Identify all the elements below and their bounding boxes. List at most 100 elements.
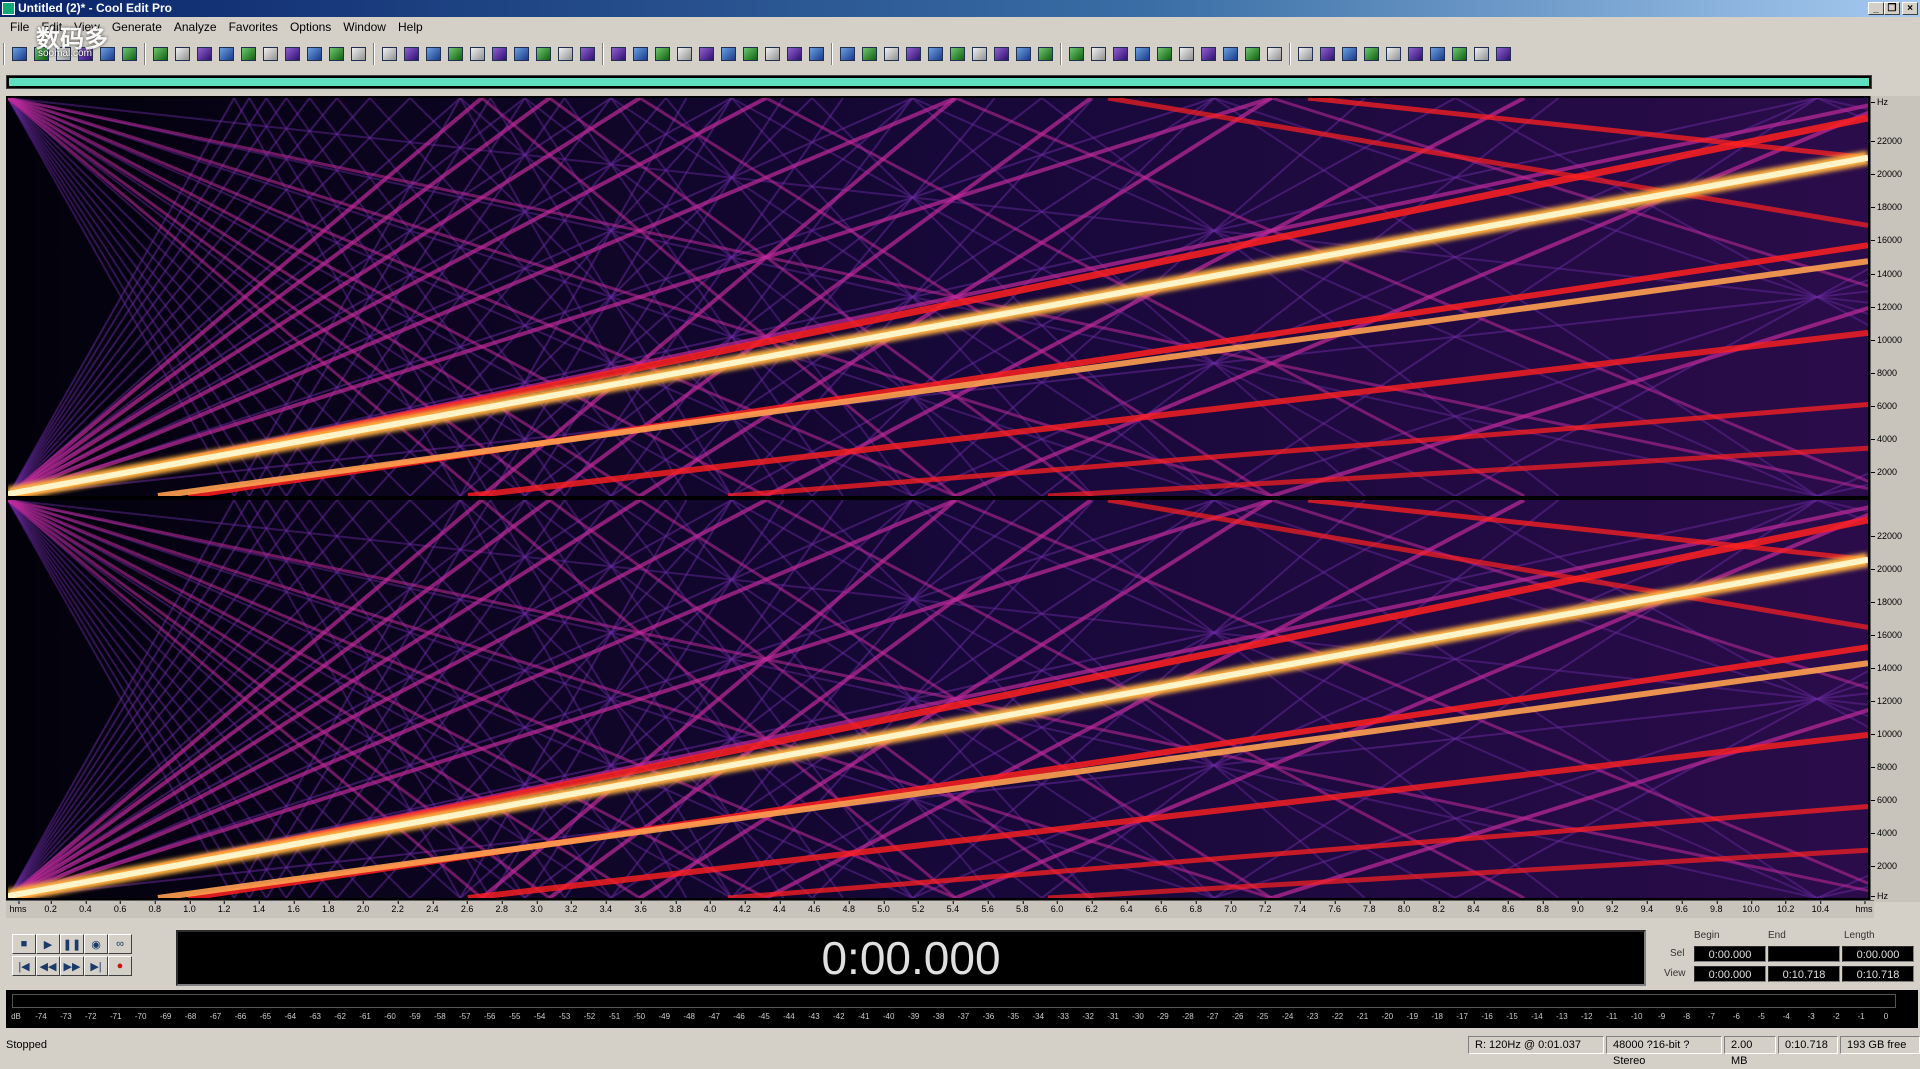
noise-reduction-button[interactable] bbox=[1198, 43, 1219, 65]
play-list-button[interactable] bbox=[947, 43, 968, 65]
redo-button[interactable] bbox=[172, 43, 193, 65]
zoom-full-button[interactable] bbox=[740, 43, 761, 65]
menu-favorites[interactable]: Favorites bbox=[223, 17, 284, 37]
zoom-out-button[interactable] bbox=[806, 43, 827, 65]
view-length-field[interactable]: 0:10.718 bbox=[1842, 966, 1914, 982]
db-tick: -57 bbox=[459, 1012, 471, 1021]
time-tick: 9.0 bbox=[1571, 901, 1584, 914]
waveform-view-button[interactable] bbox=[511, 43, 532, 65]
play-list-button[interactable] bbox=[1035, 43, 1056, 65]
delay-button[interactable] bbox=[1405, 43, 1426, 65]
cue-list-button[interactable] bbox=[1013, 43, 1034, 65]
channel-left[interactable] bbox=[8, 98, 1868, 496]
waveform-view-button[interactable] bbox=[467, 43, 488, 65]
menu-file[interactable]: File bbox=[4, 17, 35, 37]
menu-options[interactable]: Options bbox=[284, 17, 337, 37]
view-end-field[interactable]: 0:10.718 bbox=[1768, 966, 1840, 982]
time-tick: 10.2 bbox=[1776, 901, 1795, 914]
cue-list-button[interactable] bbox=[837, 43, 858, 65]
go-to-start-button[interactable]: |◀ bbox=[12, 956, 36, 976]
delay-button[interactable] bbox=[1295, 43, 1316, 65]
zoom-full-button[interactable] bbox=[652, 43, 673, 65]
view-begin-field[interactable]: 0:00.000 bbox=[1694, 966, 1766, 982]
app-icon[interactable] bbox=[2, 2, 15, 15]
play-list-button[interactable] bbox=[903, 43, 924, 65]
cue-list-button[interactable] bbox=[969, 43, 990, 65]
open-button[interactable] bbox=[9, 43, 30, 65]
menu-analyze[interactable]: Analyze bbox=[168, 17, 223, 37]
play-to-end-button[interactable]: ◉ bbox=[84, 934, 108, 954]
restore-button[interactable]: ❐ bbox=[1884, 2, 1900, 15]
help-button[interactable] bbox=[762, 43, 783, 65]
cue-list-button[interactable] bbox=[881, 43, 902, 65]
sel-begin-field[interactable]: 0:00.000 bbox=[1694, 946, 1766, 962]
time-tick: 9.6 bbox=[1675, 901, 1688, 914]
fast-forward-button[interactable]: ▶▶ bbox=[60, 956, 84, 976]
eq-button[interactable] bbox=[1449, 43, 1470, 65]
channel-right[interactable] bbox=[8, 500, 1868, 898]
pause-button[interactable]: ❚❚ bbox=[60, 934, 84, 954]
overview-bar[interactable] bbox=[6, 75, 1872, 89]
filter-button[interactable] bbox=[1176, 43, 1197, 65]
time-tick: 5.4 bbox=[946, 901, 960, 914]
time-tick: 0.2 bbox=[44, 901, 57, 914]
waveform-view-button[interactable] bbox=[423, 43, 444, 65]
copy-button[interactable] bbox=[348, 43, 369, 65]
zoom-in-button[interactable] bbox=[608, 43, 629, 65]
undo-button[interactable] bbox=[282, 43, 303, 65]
effects-button[interactable] bbox=[1242, 43, 1263, 65]
play-list-button[interactable] bbox=[859, 43, 880, 65]
reverb-button[interactable] bbox=[1317, 43, 1338, 65]
loop-button[interactable]: ∞ bbox=[108, 934, 132, 954]
minimize-button[interactable]: _ bbox=[1868, 2, 1884, 15]
rewind-button[interactable]: ◀◀ bbox=[36, 956, 60, 976]
amplify-button[interactable] bbox=[1132, 43, 1153, 65]
spectral-view-button[interactable] bbox=[533, 43, 554, 65]
cut-button[interactable] bbox=[326, 43, 347, 65]
spectral-view-button[interactable] bbox=[445, 43, 466, 65]
spectral-view-button[interactable] bbox=[489, 43, 510, 65]
mix-paste-button[interactable] bbox=[260, 43, 281, 65]
zoom-out-button[interactable] bbox=[630, 43, 651, 65]
amplify-button[interactable] bbox=[1220, 43, 1241, 65]
effects-button[interactable] bbox=[1154, 43, 1175, 65]
db-tick: -63 bbox=[309, 1012, 321, 1021]
stop-button[interactable]: ■ bbox=[12, 934, 36, 954]
overview-range[interactable] bbox=[9, 78, 1869, 86]
eq-button[interactable] bbox=[1339, 43, 1360, 65]
menu-help[interactable]: Help bbox=[392, 17, 429, 37]
help-button[interactable] bbox=[674, 43, 695, 65]
reverb-button[interactable] bbox=[1427, 43, 1448, 65]
pitch-button[interactable] bbox=[1471, 43, 1492, 65]
play-button[interactable]: ▶ bbox=[36, 934, 60, 954]
record-button[interactable]: ● bbox=[108, 956, 132, 976]
zoom-out-button[interactable] bbox=[718, 43, 739, 65]
copy-button[interactable] bbox=[216, 43, 237, 65]
analysis-button[interactable] bbox=[1493, 43, 1514, 65]
cut-button[interactable] bbox=[194, 43, 215, 65]
analysis-button[interactable] bbox=[1383, 43, 1404, 65]
play-list-button[interactable] bbox=[991, 43, 1012, 65]
filter-button[interactable] bbox=[1264, 43, 1285, 65]
spectral-view-button[interactable] bbox=[401, 43, 422, 65]
redo-button[interactable] bbox=[304, 43, 325, 65]
sel-length-field[interactable]: 0:00.000 bbox=[1842, 946, 1914, 962]
zoom-in-button[interactable] bbox=[696, 43, 717, 65]
effects-button[interactable] bbox=[1066, 43, 1087, 65]
go-to-end-button[interactable]: ▶| bbox=[84, 956, 108, 976]
paste-button[interactable] bbox=[238, 43, 259, 65]
spectral-view-button[interactable] bbox=[577, 43, 598, 65]
menu-window[interactable]: Window bbox=[337, 17, 392, 37]
time-ruler[interactable]: hms 0.2 0.4 0.6 0.8 1.0 1.2 1.4 1.6 1.8 2.0 2.2 2.4 2… bbox=[6, 900, 1874, 918]
pitch-button[interactable] bbox=[1361, 43, 1382, 65]
sel-end-field[interactable] bbox=[1768, 946, 1840, 962]
waveform-view-button[interactable] bbox=[379, 43, 400, 65]
waveform-view-button[interactable] bbox=[555, 43, 576, 65]
close-button[interactable]: × bbox=[1902, 2, 1918, 15]
cue-list-button[interactable] bbox=[925, 43, 946, 65]
filter-button[interactable] bbox=[1088, 43, 1109, 65]
freq-tick: 8000 bbox=[1870, 367, 1898, 378]
zoom-in-button[interactable] bbox=[784, 43, 805, 65]
spectral-view[interactable] bbox=[6, 96, 1874, 900]
noise-reduction-button[interactable] bbox=[1110, 43, 1131, 65]
